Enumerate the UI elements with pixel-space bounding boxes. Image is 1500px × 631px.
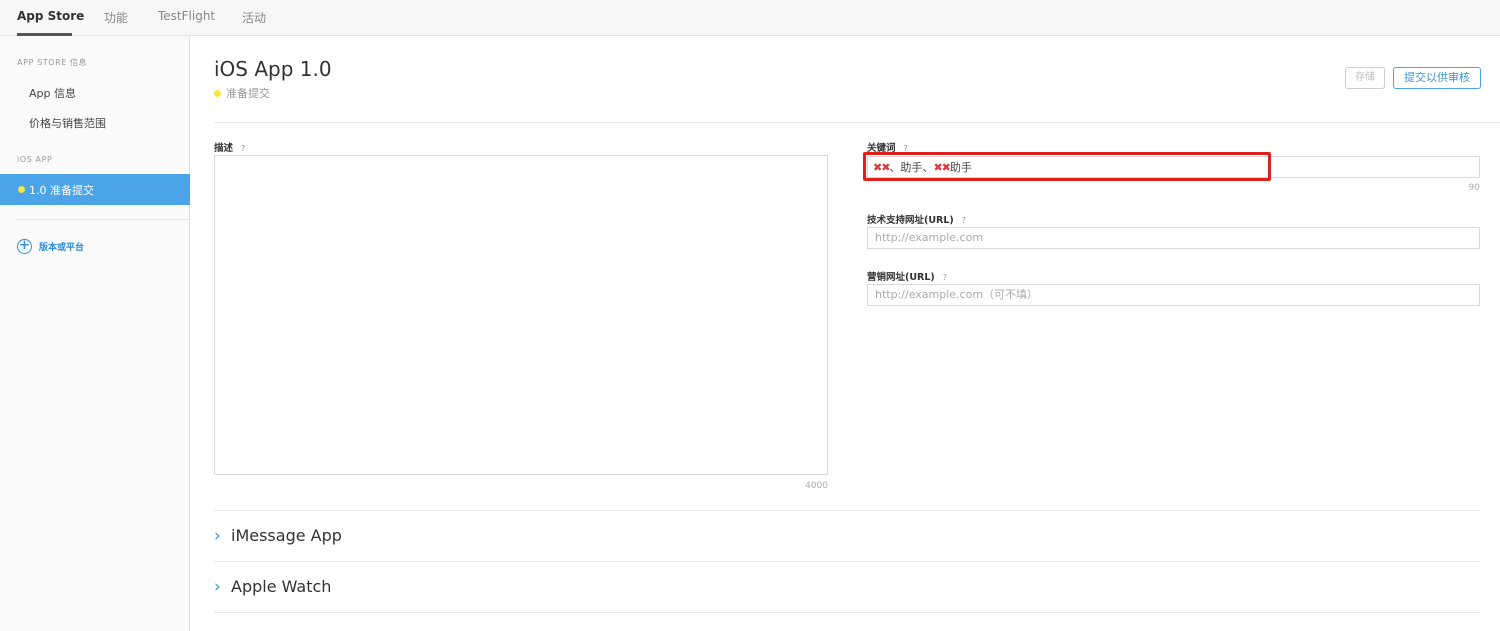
help-icon[interactable]: ? <box>241 144 245 153</box>
keywords-highlight-annotation <box>863 152 1271 181</box>
save-button[interactable]: 存储 <box>1345 67 1385 89</box>
header-divider <box>214 122 1500 123</box>
status-badge: 准备提交 <box>214 85 270 101</box>
tab-activity[interactable]: 活动 <box>242 9 266 26</box>
support-url-input[interactable]: http://example.com <box>867 227 1480 249</box>
sidebar-item-app-info[interactable]: App 信息 <box>29 85 76 101</box>
help-icon[interactable]: ? <box>962 216 966 225</box>
sidebar-heading-ios-app: iOS APP <box>17 155 53 164</box>
status-dot-icon <box>18 186 25 193</box>
status-dot-icon <box>214 90 221 97</box>
sidebar: APP STORE 信息 App 信息 价格与销售范围 iOS APP 1.0 … <box>0 36 190 631</box>
tab-features[interactable]: 功能 <box>104 9 128 26</box>
submit-for-review-button[interactable]: 提交以供审核 <box>1393 67 1481 89</box>
description-textarea[interactable] <box>214 155 828 475</box>
marketing-url-label: 营销网址(URL)? <box>867 269 947 283</box>
help-icon[interactable]: ? <box>943 273 947 282</box>
add-version-label: 版本或平台 <box>39 243 85 253</box>
sidebar-heading-app-store-info: APP STORE 信息 <box>17 58 88 67</box>
section-apple-watch[interactable]: › Apple Watch <box>214 561 1480 612</box>
sidebar-divider <box>16 219 190 220</box>
section-title: iMessage App <box>231 526 342 545</box>
plus-circle-icon: + <box>17 239 32 254</box>
description-label-text: 描述 <box>214 143 234 154</box>
marketing-url-label-text: 营销网址(URL) <box>867 272 935 283</box>
description-label: 描述? <box>214 140 245 154</box>
sidebar-item-label: 1.0 准备提交 <box>29 184 94 197</box>
status-text: 准备提交 <box>226 87 270 100</box>
sidebar-item-version-1-0[interactable]: 1.0 准备提交 <box>0 174 190 205</box>
marketing-url-input[interactable]: http://example.com（可不填） <box>867 284 1480 306</box>
section-imessage-app[interactable]: › iMessage App <box>214 510 1480 561</box>
tab-testflight[interactable]: TestFlight <box>158 9 215 23</box>
tab-app-store[interactable]: App Store <box>17 9 84 23</box>
support-url-label-text: 技术支持网址(URL) <box>867 215 954 226</box>
support-url-label: 技术支持网址(URL)? <box>867 212 966 226</box>
section-divider <box>214 612 1480 613</box>
top-tab-bar: App Store 功能 TestFlight 活动 <box>0 0 1500 36</box>
page-title: iOS App 1.0 <box>214 57 332 81</box>
sidebar-item-pricing[interactable]: 价格与销售范围 <box>29 115 106 131</box>
keywords-char-counter: 90 <box>1468 183 1480 193</box>
description-char-counter: 4000 <box>805 481 828 491</box>
chevron-right-icon: › <box>214 526 221 546</box>
chevron-right-icon: › <box>214 577 221 597</box>
section-title: Apple Watch <box>231 577 332 596</box>
